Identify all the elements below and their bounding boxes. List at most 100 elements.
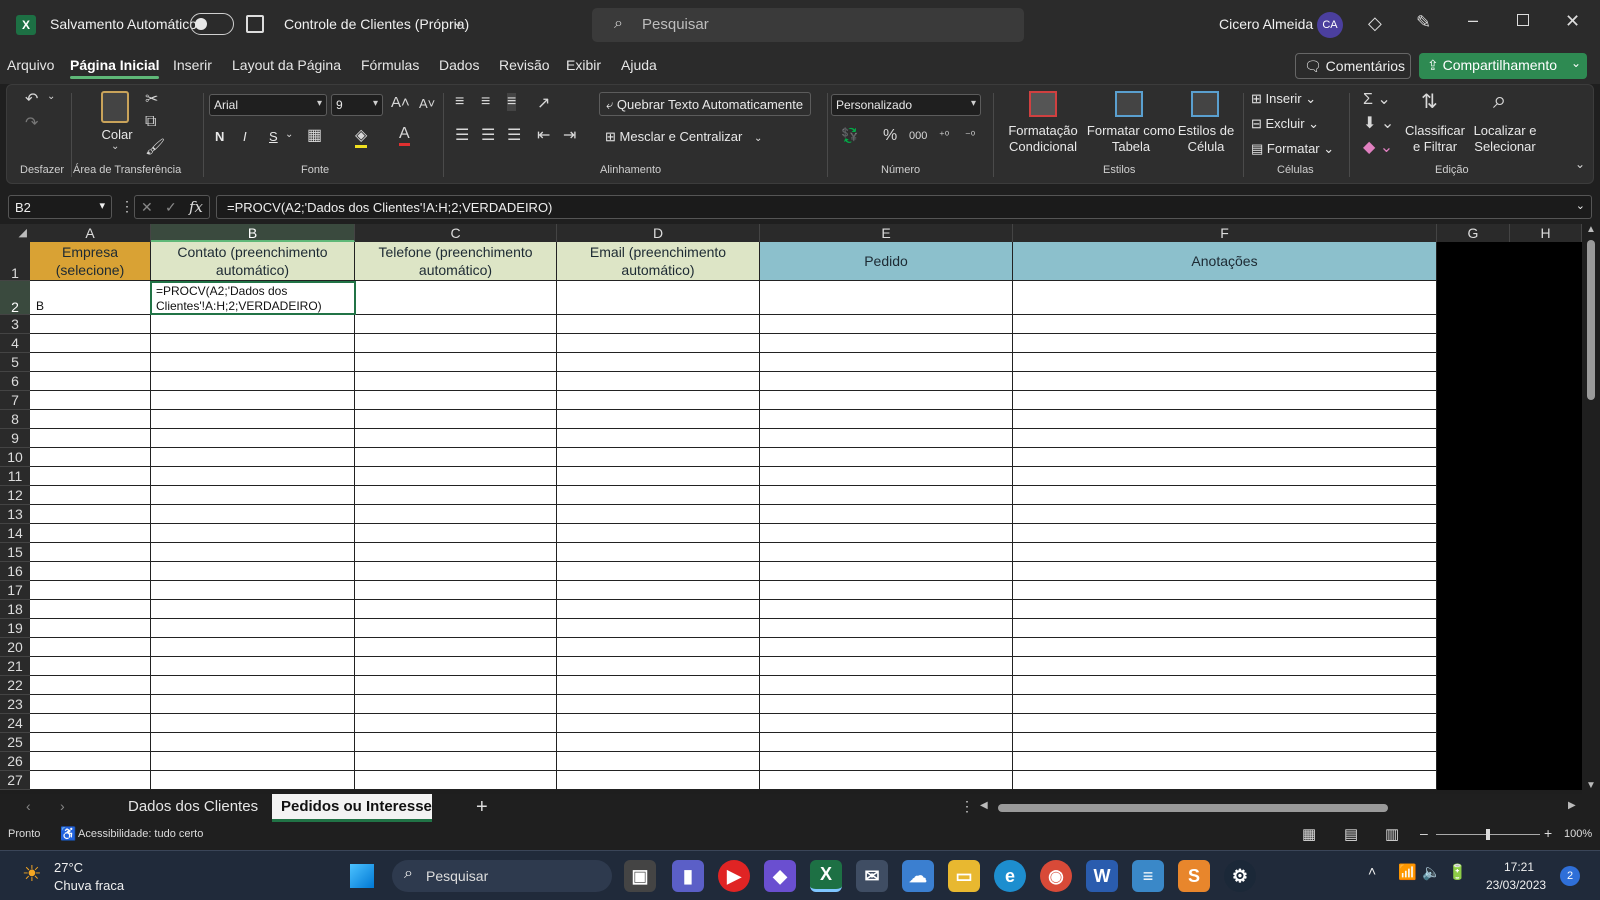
- font-color-icon[interactable]: A: [399, 125, 410, 146]
- grid-cell[interactable]: [30, 467, 151, 486]
- row-header[interactable]: 19: [0, 619, 30, 638]
- grid-cell[interactable]: [557, 353, 760, 372]
- grid-cell[interactable]: [151, 372, 355, 391]
- grid-cell[interactable]: [355, 391, 557, 410]
- chevron-down-icon[interactable]: ⌄: [285, 129, 293, 140]
- grid-cell[interactable]: [30, 562, 151, 581]
- grid-cell-empty[interactable]: [1437, 505, 1582, 524]
- menu-ajuda[interactable]: Ajuda: [621, 57, 657, 73]
- grid-cell-empty[interactable]: [1437, 771, 1582, 790]
- youtube-music-icon[interactable]: ▶: [718, 860, 750, 892]
- grid-cell[interactable]: [30, 638, 151, 657]
- row-header[interactable]: 6: [0, 372, 30, 391]
- grid-cell[interactable]: [30, 695, 151, 714]
- grid-cell-empty[interactable]: [1437, 714, 1582, 733]
- grid-cell[interactable]: [557, 619, 760, 638]
- chrome-icon[interactable]: ◉: [1040, 860, 1072, 892]
- grid-cell[interactable]: [151, 619, 355, 638]
- undo-icon[interactable]: ↶: [25, 89, 38, 109]
- row-header[interactable]: 27: [0, 771, 30, 790]
- grid-cell[interactable]: [30, 524, 151, 543]
- page-break-icon[interactable]: ▥: [1385, 825, 1399, 843]
- sheet-tab-dados-clientes[interactable]: Dados dos Clientes: [128, 798, 258, 815]
- grid-cell[interactable]: [355, 562, 557, 581]
- grid-cell[interactable]: [30, 334, 151, 353]
- header-pedido[interactable]: Pedido: [760, 242, 1013, 281]
- grid-cell[interactable]: [355, 771, 557, 790]
- find-select-icon[interactable]: ⌕: [1493, 87, 1506, 115]
- increase-decimal-icon[interactable]: ⁺⁰: [939, 129, 949, 142]
- scroll-down-icon[interactable]: ▼: [1586, 780, 1596, 791]
- weather-app-icon[interactable]: ☁: [902, 860, 934, 892]
- grid-cell[interactable]: [760, 372, 1013, 391]
- align-middle-icon[interactable]: ≡: [481, 93, 490, 111]
- grid-cell[interactable]: [355, 524, 557, 543]
- conditional-format-button-line1[interactable]: Formatação: [999, 123, 1087, 139]
- chevron-down-icon[interactable]: ⌄: [1571, 56, 1581, 70]
- grid-cell[interactable]: [151, 600, 355, 619]
- grid-cell[interactable]: [151, 429, 355, 448]
- clock-date[interactable]: 23/03/2023: [1486, 878, 1546, 892]
- grid-cell[interactable]: [151, 524, 355, 543]
- grid-cell[interactable]: [1013, 771, 1437, 790]
- grid-cell[interactable]: [151, 695, 355, 714]
- italic-button[interactable]: I: [243, 129, 247, 144]
- menu-revisao[interactable]: Revisão: [499, 57, 550, 73]
- tray-chevron-icon[interactable]: ˄: [1368, 863, 1376, 879]
- grid-cell[interactable]: [1013, 353, 1437, 372]
- name-box[interactable]: B2 ▾: [8, 195, 112, 219]
- align-right-icon[interactable]: ☰: [507, 125, 521, 145]
- accessibility-status[interactable]: Acessibilidade: tudo certo: [78, 828, 203, 840]
- grid-cell[interactable]: [760, 695, 1013, 714]
- grid-cell[interactable]: [760, 600, 1013, 619]
- grid-cell[interactable]: [151, 752, 355, 771]
- collapse-ribbon-icon[interactable]: ⌄: [1575, 157, 1585, 171]
- header-contato[interactable]: Contato (preenchimento automático): [151, 242, 355, 281]
- grid-cell[interactable]: [760, 771, 1013, 790]
- grid-cell[interactable]: [760, 562, 1013, 581]
- grid-cell[interactable]: [151, 315, 355, 334]
- grid-cell[interactable]: [1013, 410, 1437, 429]
- grid-cell[interactable]: [355, 505, 557, 524]
- header-anotacoes[interactable]: Anotações: [1013, 242, 1437, 281]
- align-left-icon[interactable]: ☰: [455, 125, 469, 145]
- grid-cell[interactable]: [760, 429, 1013, 448]
- menu-layout[interactable]: Layout da Página: [232, 57, 341, 73]
- clock-time[interactable]: 17:21: [1504, 860, 1534, 874]
- cell-styles-button-line1[interactable]: Estilos de: [1175, 123, 1237, 139]
- comments-button[interactable]: 🗨 Comentários: [1295, 53, 1411, 79]
- grid-cell[interactable]: [1013, 695, 1437, 714]
- grid-cell[interactable]: [355, 372, 557, 391]
- grid-cell[interactable]: [30, 429, 151, 448]
- row-header[interactable]: 18: [0, 600, 30, 619]
- grid-cell[interactable]: [1013, 391, 1437, 410]
- font-size-select[interactable]: 9 ▾: [331, 94, 383, 116]
- currency-icon[interactable]: 💱: [841, 127, 858, 144]
- grid-cell[interactable]: [760, 543, 1013, 562]
- row-header[interactable]: 8: [0, 410, 30, 429]
- format-painter-icon[interactable]: 🖌: [145, 137, 165, 157]
- grid-cell[interactable]: [355, 714, 557, 733]
- grid-cell[interactable]: [1013, 315, 1437, 334]
- delete-cells-button[interactable]: ⊟ Excluir ⌄: [1251, 116, 1319, 132]
- merge-center-button[interactable]: ⊞ Mesclar e Centralizar ⌄: [599, 125, 779, 149]
- temperature[interactable]: 27°C: [54, 860, 83, 875]
- grid-cell[interactable]: [151, 486, 355, 505]
- grid-cell[interactable]: [355, 581, 557, 600]
- grid-cell[interactable]: [151, 562, 355, 581]
- grid-cell[interactable]: [1013, 372, 1437, 391]
- grid-cell[interactable]: [30, 733, 151, 752]
- grid-cell[interactable]: [30, 752, 151, 771]
- grid-cell[interactable]: [760, 281, 1013, 315]
- grid-cell[interactable]: [557, 505, 760, 524]
- grid-cell[interactable]: [151, 543, 355, 562]
- wrap-text-button[interactable]: ⤶ Quebrar Texto Automaticamente: [599, 92, 811, 116]
- cancel-icon[interactable]: ✕: [141, 199, 153, 216]
- column-header-a[interactable]: A: [30, 224, 151, 242]
- select-all-corner[interactable]: ◢: [0, 224, 30, 242]
- grid-cell[interactable]: [30, 486, 151, 505]
- row-header[interactable]: 25: [0, 733, 30, 752]
- grid-cell[interactable]: [355, 486, 557, 505]
- column-header-g[interactable]: G: [1437, 224, 1510, 242]
- mail-icon[interactable]: ✉: [856, 860, 888, 892]
